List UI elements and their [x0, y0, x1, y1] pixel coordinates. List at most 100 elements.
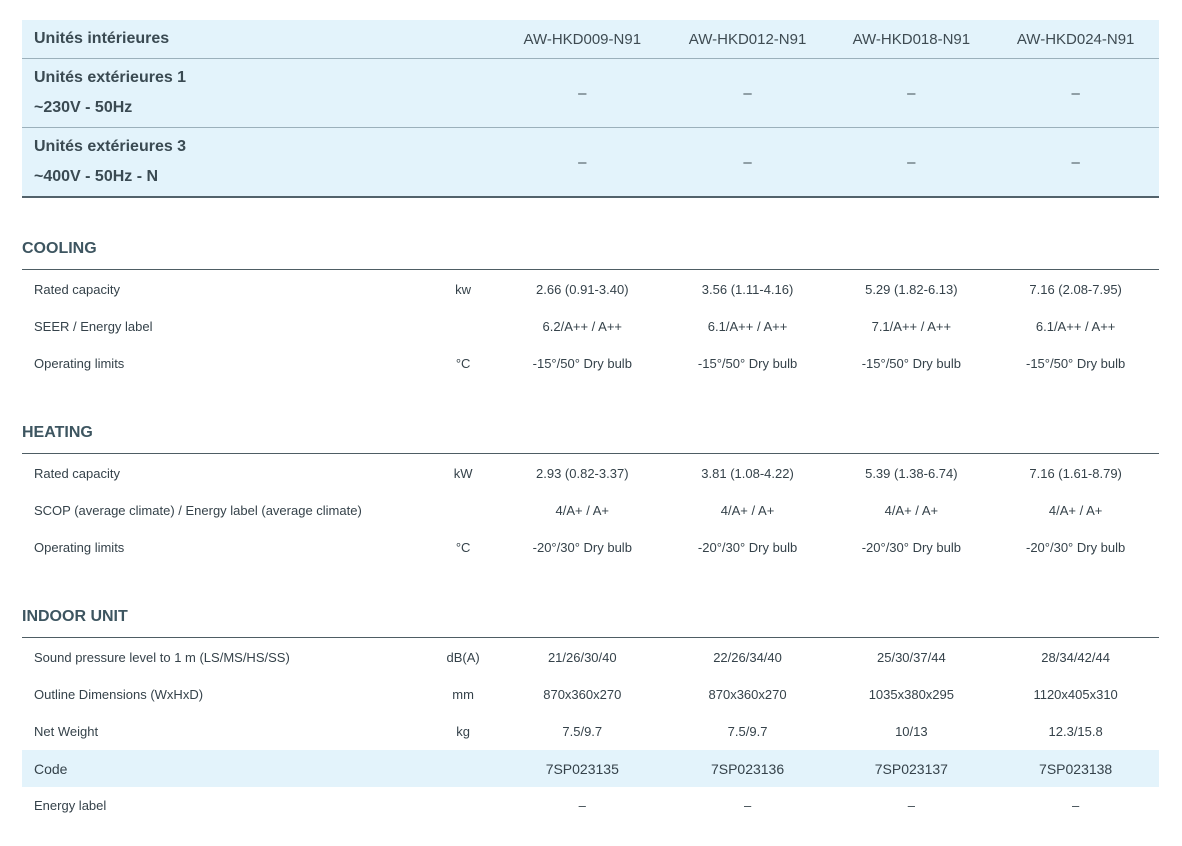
row-value: -15°/50° Dry bulb	[532, 356, 632, 371]
outdoor-units-3-label: Unités extérieures 3 ~400V - 50Hz - N	[22, 132, 466, 192]
outdoor-value: –	[907, 84, 916, 102]
row-label: Energy label	[34, 798, 107, 813]
row-value: –	[907, 798, 915, 813]
outdoor-value: –	[578, 84, 587, 102]
model-name: AW-HKD009-N91	[523, 30, 642, 48]
outdoor-units-3-row: Unités extérieures 3 ~400V - 50Hz - N – …	[22, 128, 1159, 198]
row-value: 4/A+ / A+	[720, 503, 775, 518]
outdoor-units-1-row: Unités extérieures 1 ~230V - 50Hz – – – …	[22, 59, 1159, 128]
row-value: -20°/30° Dry bulb	[1025, 540, 1126, 555]
row-unit: kg	[456, 724, 470, 739]
table-row: Outline Dimensions (WxHxD) mm 870x360x27…	[22, 676, 1159, 713]
section-title-indoor-unit: INDOOR UNIT	[22, 606, 1159, 638]
row-label: Code	[34, 760, 68, 777]
row-value: 1035x380x295	[868, 687, 954, 702]
row-label: Net Weight	[34, 724, 99, 739]
row-value: 25/30/37/44	[877, 650, 946, 665]
row-value: 7SP023137	[874, 760, 948, 777]
row-unit: kw	[455, 282, 472, 297]
table-row: Sound pressure level to 1 m (LS/MS/HS/SS…	[22, 639, 1159, 676]
row-label: Operating limits	[34, 356, 125, 371]
outdoor-units-1-title: Unités extérieures 1	[34, 69, 187, 86]
row-value: 7.1/A++ / A++	[871, 319, 952, 334]
section-title-heating: HEATING	[22, 422, 1159, 454]
model-name: AW-HKD024-N91	[1016, 30, 1135, 48]
row-value: 7SP023135	[545, 760, 619, 777]
row-value: -15°/50° Dry bulb	[1025, 356, 1126, 371]
header-block: Unités intérieures AW-HKD009-N91 AW-HKD0…	[22, 20, 1159, 198]
section-title-cooling: COOLING	[22, 238, 1159, 270]
row-value: 4/A+ / A+	[555, 503, 610, 518]
outdoor-value: –	[578, 153, 587, 171]
row-value: -20°/30° Dry bulb	[861, 540, 961, 555]
model-name: AW-HKD018-N91	[852, 30, 971, 48]
table-row: SCOP (average climate) / Energy label (a…	[22, 492, 1159, 529]
row-label: Rated capacity	[34, 282, 120, 297]
row-value: 7.5/9.7	[562, 724, 603, 739]
row-value: 2.93 (0.82-3.37)	[536, 466, 629, 481]
row-value: 6.1/A++ / A++	[707, 319, 788, 334]
table-row: Rated capacity kW 2.93 (0.82-3.37) 3.81 …	[22, 455, 1159, 492]
row-label: Rated capacity	[34, 466, 120, 481]
row-unit: °C	[455, 540, 471, 555]
row-value: 28/34/42/44	[1041, 650, 1110, 665]
row-value: -20°/30° Dry bulb	[532, 540, 632, 555]
outdoor-value: –	[743, 84, 752, 102]
row-value: 7.16 (1.61-8.79)	[1029, 466, 1122, 481]
row-value: 7.5/9.7	[727, 724, 768, 739]
row-value: 3.81 (1.08-4.22)	[701, 466, 794, 481]
row-value: –	[1072, 798, 1080, 813]
row-value: 6.1/A++ / A++	[1035, 319, 1116, 334]
row-unit: °C	[455, 356, 471, 371]
row-value: -15°/50° Dry bulb	[861, 356, 961, 371]
row-value: 2.66 (0.91-3.40)	[536, 282, 629, 297]
row-value: 1120x405x310	[1033, 687, 1118, 702]
row-value: 12.3/15.8	[1048, 724, 1103, 739]
table-row-code: Code 7SP023135 7SP023136 7SP023137 7SP02…	[22, 750, 1159, 787]
row-unit: kW	[453, 466, 473, 481]
row-value: 3.56 (1.11-4.16)	[701, 282, 794, 297]
row-label: SCOP (average climate) / Energy label (a…	[34, 503, 362, 518]
indoor-unit-section: INDOOR UNIT Sound pressure level to 1 m …	[22, 606, 1159, 824]
table-row: Energy label – – – –	[22, 787, 1159, 824]
row-value: 7SP023136	[710, 760, 785, 777]
row-value: 10/13	[895, 724, 928, 739]
row-value: –	[743, 798, 752, 813]
outdoor-value: –	[907, 153, 916, 171]
table-row: Net Weight kg 7.5/9.7 7.5/9.7 10/13 12.3…	[22, 713, 1159, 750]
outdoor-value: –	[743, 153, 752, 171]
table-row: SEER / Energy label 6.2/A++ / A++ 6.1/A+…	[22, 308, 1159, 345]
row-value: 4/A+ / A+	[884, 503, 939, 518]
row-unit: dB(A)	[446, 650, 480, 665]
outdoor-value: –	[1071, 84, 1080, 102]
cooling-section: COOLING Rated capacity kw 2.66 (0.91-3.4…	[22, 238, 1159, 382]
row-value: 7.16 (2.08-7.95)	[1029, 282, 1122, 297]
heating-section: HEATING Rated capacity kW 2.93 (0.82-3.3…	[22, 422, 1159, 566]
row-value: -20°/30° Dry bulb	[697, 540, 798, 555]
row-value: 6.2/A++ / A++	[542, 319, 623, 334]
row-value: 870x360x270	[543, 687, 622, 702]
indoor-units-title: Unités intérieures	[34, 30, 170, 47]
row-label: Operating limits	[34, 540, 125, 555]
outdoor-units-3-title: Unités extérieures 3	[34, 138, 187, 155]
row-value: 4/A+ / A+	[1048, 503, 1103, 518]
row-label: SEER / Energy label	[34, 319, 153, 334]
row-value: 21/26/30/40	[547, 650, 617, 665]
table-row: Operating limits °C -20°/30° Dry bulb -2…	[22, 529, 1159, 566]
row-value: 5.39 (1.38-6.74)	[865, 466, 958, 481]
row-value: -15°/50° Dry bulb	[697, 356, 798, 371]
row-value: 5.29 (1.82-6.13)	[865, 282, 958, 297]
indoor-units-row: Unités intérieures AW-HKD009-N91 AW-HKD0…	[22, 20, 1159, 59]
table-row: Operating limits °C -15°/50° Dry bulb -1…	[22, 345, 1159, 382]
row-unit: mm	[452, 687, 474, 702]
row-value: 22/26/34/40	[713, 650, 782, 665]
table-row: Rated capacity kw 2.66 (0.91-3.40) 3.56 …	[22, 271, 1159, 308]
outdoor-units-3-voltage: ~400V - 50Hz - N	[34, 168, 159, 185]
row-label: Sound pressure level to 1 m (LS/MS/HS/SS…	[34, 650, 290, 665]
row-value: 7SP023138	[1039, 760, 1113, 777]
outdoor-units-1-voltage: ~230V - 50Hz	[34, 99, 133, 116]
outdoor-units-1-label: Unités extérieures 1 ~230V - 50Hz	[22, 63, 466, 123]
row-label: Outline Dimensions (WxHxD)	[34, 687, 204, 702]
row-value: 870x360x270	[708, 687, 787, 702]
model-name: AW-HKD012-N91	[688, 30, 807, 48]
